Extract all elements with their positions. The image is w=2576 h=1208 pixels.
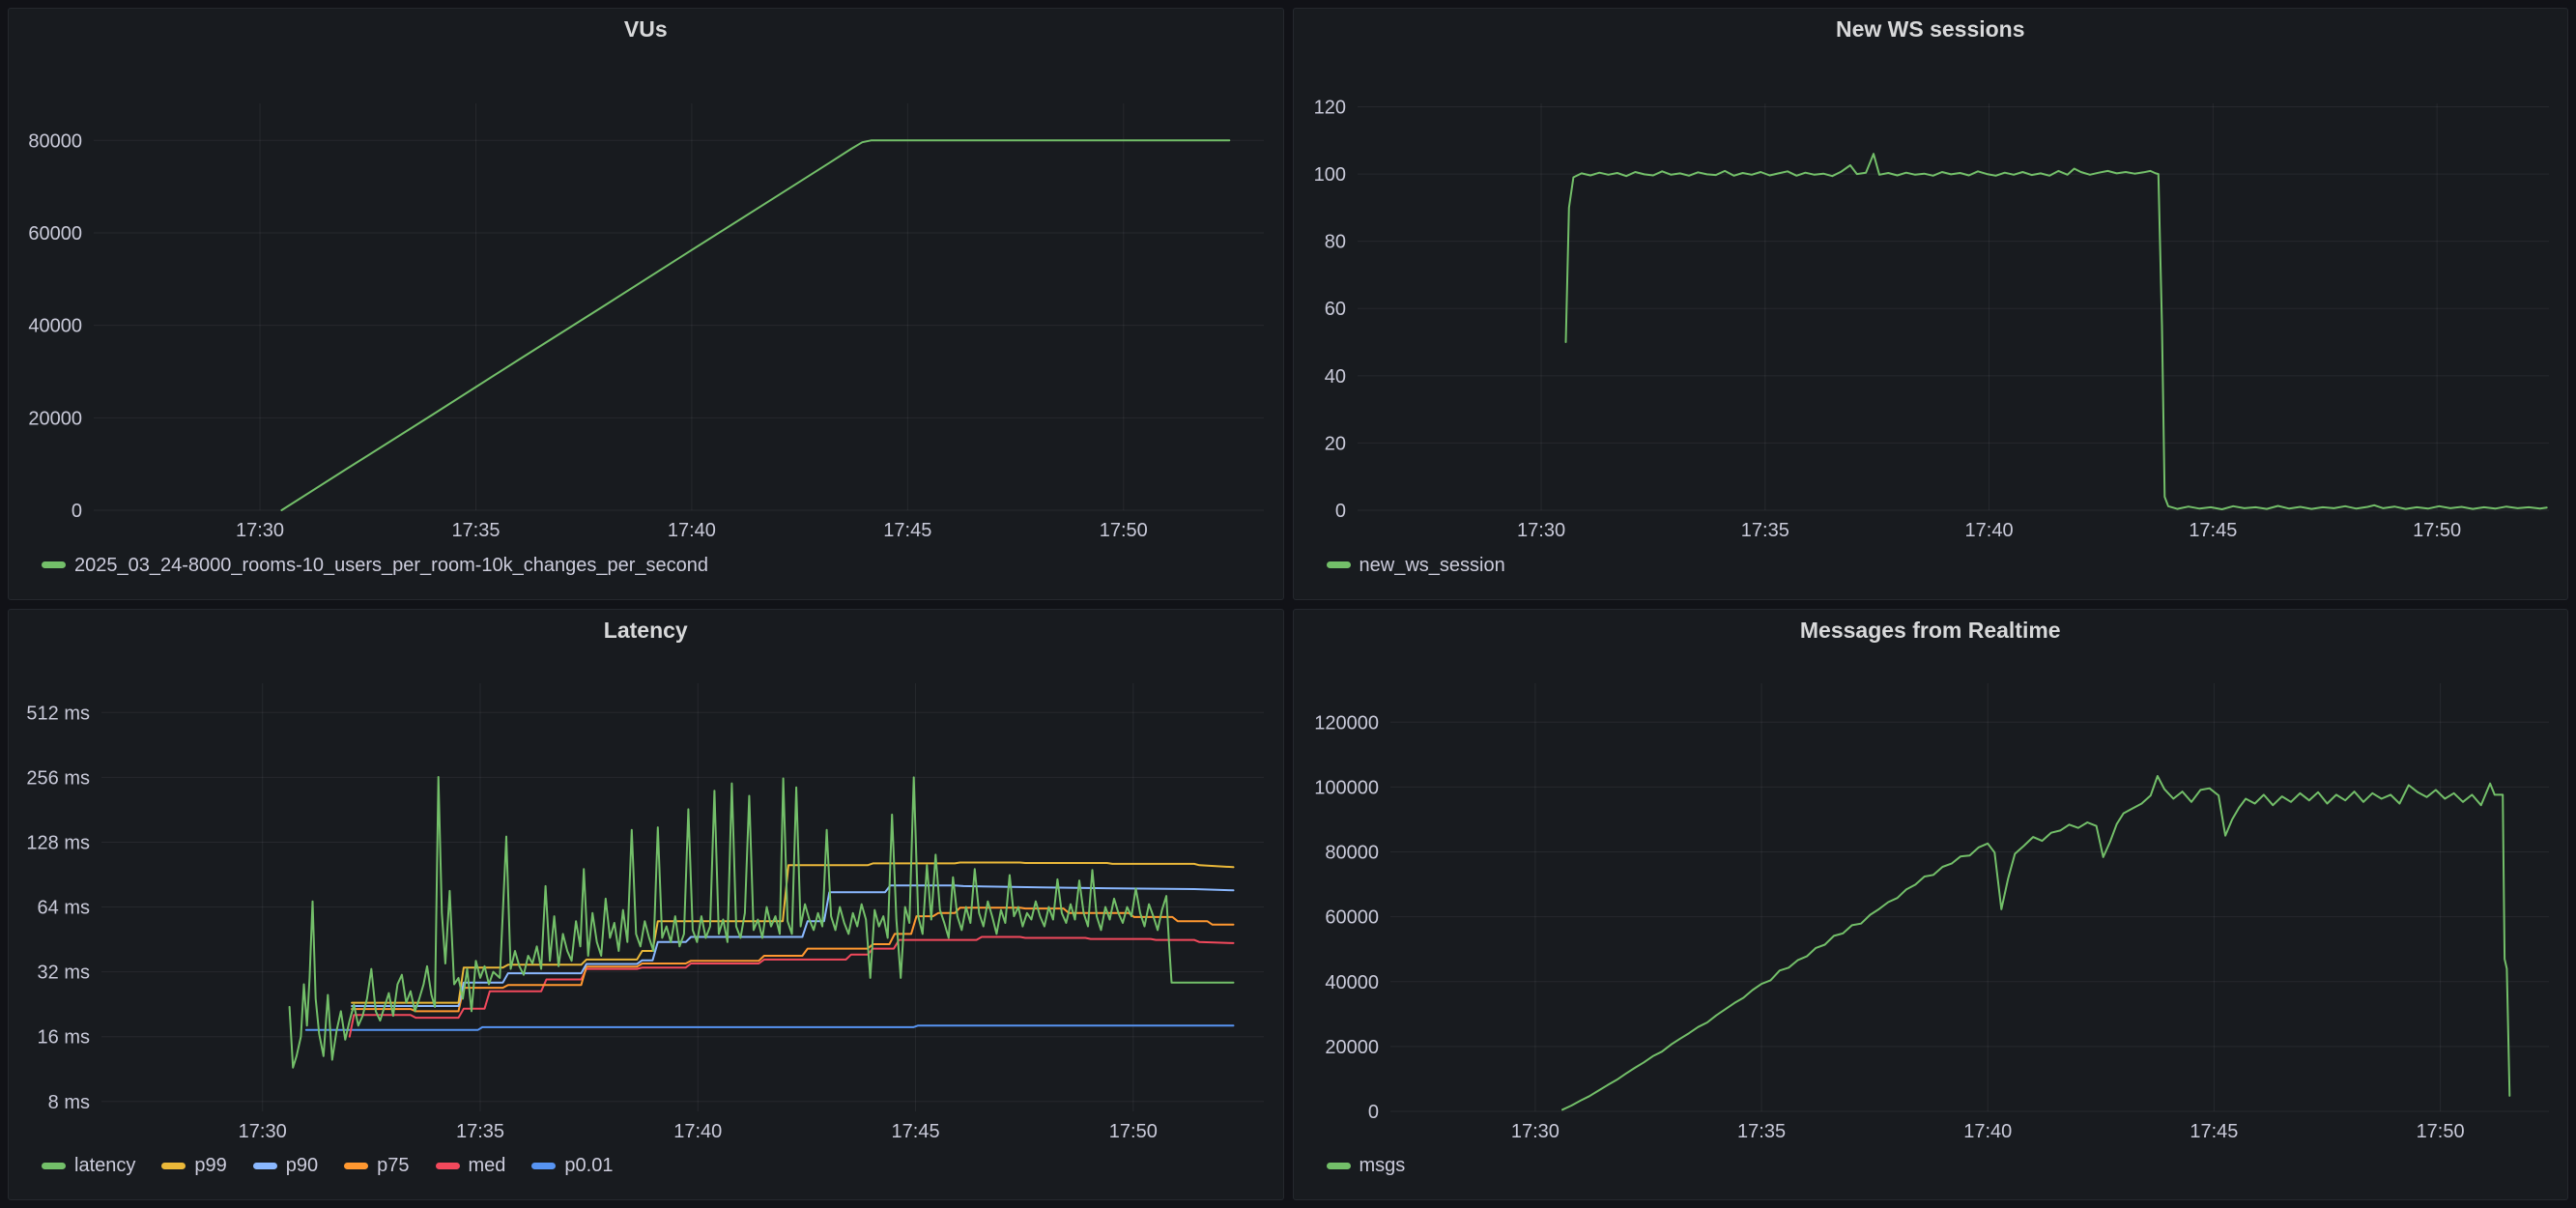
x-tick-label: 17:45 [2189,520,2237,541]
chart-svg: 17:30 17:35 17:40 17:45 17:50 0 20000 40000 6000… [9,49,1283,543]
panel-title-messages-from-realtime[interactable]: Messages from Realtime [1294,610,2568,650]
panel-title-latency[interactable]: Latency [9,610,1283,650]
x-tick-label: 17:40 [668,520,716,541]
series-med [350,936,1234,1036]
legend-label: msgs [1360,1156,1406,1175]
legend-swatch [1327,561,1351,568]
y-tick-label: 256 ms [26,767,90,789]
y-tick-label: 100 [1313,164,1345,186]
legend-item-p90[interactable]: p90 [253,1156,318,1175]
y-tick-label: 20 [1324,433,1345,454]
legend-item-2025_03_24-8000_rooms-10_users_per_room-10k_changes_per_second[interactable]: 2025_03_24-8000_rooms-10_users_per_room-… [42,556,708,575]
y-tick-label: 40000 [28,316,82,337]
legend-item-p75[interactable]: p75 [344,1156,409,1175]
legend-swatch [344,1163,368,1169]
y-tick-label: 128 ms [26,832,90,853]
y-tick-label: 16 ms [38,1026,90,1048]
legend-item-new_ws_session[interactable]: new_ws_session [1327,556,1505,575]
y-tick-label: 80 [1324,232,1345,253]
x-tick-label: 17:40 [673,1121,722,1142]
legend-item-med[interactable]: med [436,1156,506,1175]
legend-item-msgs[interactable]: msgs [1327,1156,1406,1175]
x-tick-label: 17:50 [1100,520,1148,541]
legend-swatch [436,1163,460,1169]
y-tick-label: 40000 [1325,971,1379,992]
legend-vus: 2025_03_24-8000_rooms-10_users_per_room-… [9,543,1283,599]
y-tick-label: 20000 [28,408,82,429]
legend-label: new_ws_session [1360,556,1505,575]
y-tick-label: 32 ms [38,962,90,983]
y-tick-label: 60000 [28,223,82,244]
series-new_ws_session [1565,154,2546,509]
series-msgs [1562,776,2509,1109]
legend-label: 2025_03_24-8000_rooms-10_users_per_room-… [74,556,708,575]
chart-latency[interactable]: 17:30 17:35 17:40 17:45 17:50 8 ms 16 ms 32 ms 6… [9,650,1283,1144]
chart-svg: 17:30 17:35 17:40 17:45 17:50 0 20 40 60 80 100 120 [1294,49,2568,543]
x-tick-label: 17:30 [236,520,284,541]
x-tick-label: 17:50 [1109,1121,1158,1142]
legend-item-p99[interactable]: p99 [161,1156,226,1175]
x-tick-label: 17:30 [239,1121,287,1142]
y-tick-label: 8 ms [48,1091,90,1112]
legend-swatch [161,1163,186,1169]
panel-messages-from-realtime: Messages from Realtime 17:3017:3517:4017… [1293,609,2569,1201]
y-tick-label: 0 [1367,1102,1378,1123]
x-tick-label: 17:35 [1737,1121,1786,1142]
chart-messages-from-realtime[interactable]: 17:30 17:35 17:40 17:45 17:50 0 20000 40000 6000… [1294,650,2568,1144]
y-tick-label: 64 ms [38,897,90,918]
y-tick-label: 20000 [1325,1036,1379,1057]
y-tick-label: 40 [1324,366,1345,388]
legend-item-latency[interactable]: latency [42,1156,135,1175]
y-tick-label: 512 ms [26,703,90,724]
x-tick-label: 17:30 [1510,1121,1559,1142]
x-tick-label: 17:45 [883,520,931,541]
x-tick-label: 17:35 [451,520,500,541]
x-tick-label: 17:45 [2190,1121,2238,1142]
legend-messages-from-realtime: msgs [1294,1143,2568,1199]
chart-vus[interactable]: 17:30 17:35 17:40 17:45 17:50 0 20000 40000 6000… [9,49,1283,543]
y-tick-label: 0 [1334,501,1345,522]
panel-latency: Latency 17:30 17:35 17:40 17:45 17:50 8 ms 16 … [8,609,1284,1201]
x-tick-label: 17:40 [1963,1121,2012,1142]
y-tick-label: 0 [72,501,82,522]
y-tick-label: 100000 [1314,777,1379,798]
legend-new-ws-sessions: new_ws_session [1294,543,2568,599]
legend-swatch [531,1163,556,1169]
y-tick-label: 120000 [1314,712,1379,733]
y-tick-label: 60000 [1325,906,1379,928]
x-tick-label: 17:45 [892,1121,940,1142]
legend-swatch [253,1163,277,1169]
chart-new-ws-sessions[interactable]: 17:30 17:35 17:40 17:45 17:50 0 20 40 60 80 100 120 [1294,49,2568,543]
chart-svg: 17:30 17:35 17:40 17:45 17:50 8 ms 16 ms 32 ms 6… [9,650,1283,1144]
panel-title-new-ws-sessions[interactable]: New WS sessions [1294,9,2568,49]
series-p0.01 [306,1025,1234,1029]
dashboard: VUs 17:30 17:35 17:40 17:45 17:50 0 20000 40000… [0,0,2576,1208]
legend-label: p75 [377,1156,409,1175]
panel-title-vus[interactable]: VUs [9,9,1283,49]
series-latency [290,777,1234,1068]
y-tick-label: 60 [1324,299,1345,320]
x-tick-label: 17:40 [1964,520,2013,541]
legend-label: p90 [286,1156,318,1175]
legend-label: med [469,1156,506,1175]
x-tick-label: 17:30 [1517,520,1565,541]
y-tick-label: 120 [1313,97,1345,118]
legend-swatch [42,561,66,568]
x-tick-label: 17:35 [1740,520,1789,541]
chart-svg: 17:30 17:35 17:40 17:45 17:50 0 20000 40000 6000… [1294,650,2568,1144]
legend-latency: latency p99 p90 p75 med p0.01 [9,1143,1283,1199]
legend-label: p99 [194,1156,226,1175]
panel-new-ws-sessions: New WS sessions 17:30 17:35 17:40 17:45 17:5… [1293,8,2569,600]
y-tick-label: 80000 [1325,842,1379,863]
y-tick-label: 80000 [28,130,82,152]
legend-item-p0.01[interactable]: p0.01 [531,1156,613,1175]
x-tick-label: 17:50 [2413,520,2461,541]
x-tick-label: 17:50 [2416,1121,2464,1142]
legend-swatch [42,1163,66,1169]
legend-label: p0.01 [564,1156,613,1175]
legend-swatch [1327,1163,1351,1169]
legend-label: latency [74,1156,135,1175]
panel-vus: VUs 17:30 17:35 17:40 17:45 17:50 0 20000 40000… [8,8,1284,600]
x-tick-label: 17:35 [456,1121,504,1142]
